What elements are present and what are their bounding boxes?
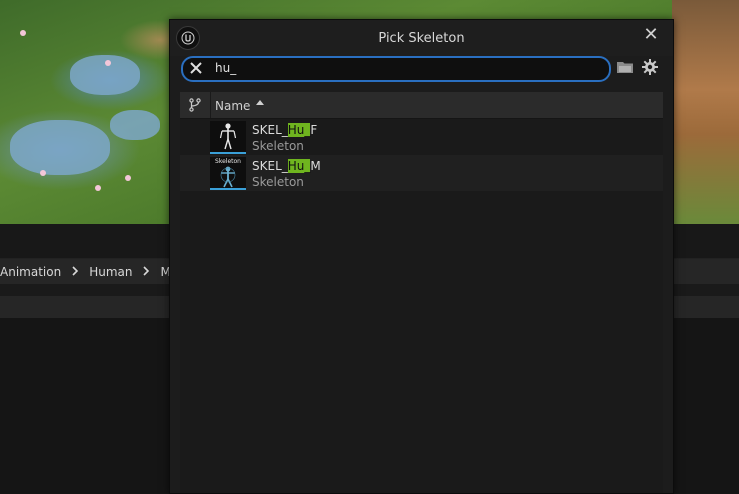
asset-name-prefix: SKEL_ [252,159,288,173]
search-row [170,56,673,84]
skeleton-thumbnail: Skeleton [210,157,246,188]
folder-icon[interactable] [616,60,634,74]
gear-icon[interactable] [641,58,659,76]
dialog-title: Pick Skeleton [378,31,465,46]
search-input[interactable] [215,60,595,76]
viewport-scenery [20,30,26,36]
asset-type-color-bar [210,188,246,190]
thumbnail-caption: Skeleton [215,158,241,165]
search-match-highlight: Hu_ [287,123,311,137]
asset-name: SKEL_Hu_M [252,159,321,173]
viewport-scenery [95,185,101,191]
viewport-scenery [10,120,110,175]
branch-icon [189,98,201,112]
close-button[interactable]: ✕ [641,25,661,45]
source-control-column[interactable] [180,92,211,118]
list-header: Name [180,92,663,119]
breadcrumb-item[interactable]: Human [89,265,132,279]
list-item[interactable]: SKEL_Hu_F Skeleton [180,119,663,155]
asset-name: SKEL_Hu_F [252,123,317,137]
skeleton-thumbnail [210,121,246,152]
search-box[interactable] [181,56,611,82]
column-header-name[interactable]: Name [215,99,250,113]
chevron-right-icon [142,265,150,279]
viewport-scenery [125,175,131,181]
asset-type-color-bar [210,152,246,154]
asset-name-suffix: M [310,159,321,173]
viewport-scenery [40,170,46,176]
asset-name-suffix: F [310,123,318,137]
asset-type: Skeleton [252,139,304,153]
clear-search-icon[interactable] [187,59,205,77]
asset-list: Name SKEL_Hu_F Skeleton Skeleton SKEL_Hu… [180,92,663,493]
search-match-highlight: Hu_ [287,159,311,173]
viewport-scenery [105,60,111,66]
breadcrumb-item[interactable]: Animation [0,265,61,279]
chevron-right-icon [71,265,79,279]
list-item[interactable]: Skeleton SKEL_Hu_M Skeleton [180,155,663,191]
asset-name-prefix: SKEL_ [252,123,288,137]
asset-type: Skeleton [252,175,304,189]
viewport-scenery [672,0,739,224]
dialog-title-bar[interactable]: Pick Skeleton ✕ [170,20,673,56]
pick-skeleton-dialog: Pick Skeleton ✕ hu_ Name SKEL_Hu_F Skele… [169,19,674,494]
viewport-scenery [110,110,160,140]
close-icon: ✕ [643,24,659,45]
sort-ascending-icon [256,100,264,105]
